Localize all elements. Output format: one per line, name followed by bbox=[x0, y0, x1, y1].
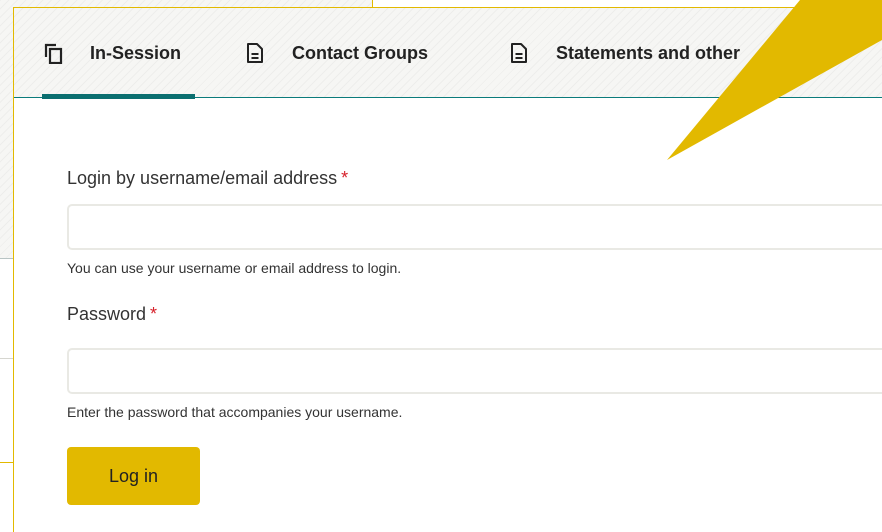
background-divider bbox=[0, 358, 14, 359]
tab-label: Statements and other bbox=[556, 42, 741, 63]
required-marker: * bbox=[341, 168, 349, 188]
background-divider bbox=[0, 258, 14, 259]
username-input[interactable] bbox=[67, 204, 882, 250]
required-marker: * bbox=[150, 304, 158, 324]
document-icon bbox=[508, 42, 530, 64]
password-input[interactable] bbox=[67, 348, 882, 394]
login-popup: In-Session Contact Groups Statements and… bbox=[13, 7, 882, 532]
username-help-text: You can use your username or email addre… bbox=[67, 260, 402, 276]
password-label: Password * bbox=[67, 304, 157, 325]
password-help-text: Enter the password that accompanies your… bbox=[67, 404, 403, 420]
page: In-Session Contact Groups Statements and… bbox=[0, 0, 882, 532]
password-label-text: Password bbox=[67, 304, 147, 324]
tab-label: In-Session bbox=[90, 42, 182, 63]
login-button[interactable]: Log in bbox=[67, 447, 200, 505]
tab-bar: In-Session Contact Groups Statements and… bbox=[14, 8, 882, 99]
tab-statements[interactable]: Statements and other bbox=[508, 8, 740, 98]
tab-in-session[interactable]: In-Session bbox=[42, 8, 195, 99]
tab-contact-groups[interactable]: Contact Groups bbox=[244, 8, 428, 98]
login-form: Login by username/email address * You can… bbox=[14, 98, 882, 532]
background-divider bbox=[0, 462, 14, 463]
copy-icon bbox=[42, 42, 64, 64]
document-icon bbox=[244, 42, 266, 64]
username-label: Login by username/email address * bbox=[67, 168, 348, 189]
tab-label: Contact Groups bbox=[292, 42, 429, 63]
username-label-text: Login by username/email address bbox=[67, 168, 338, 188]
